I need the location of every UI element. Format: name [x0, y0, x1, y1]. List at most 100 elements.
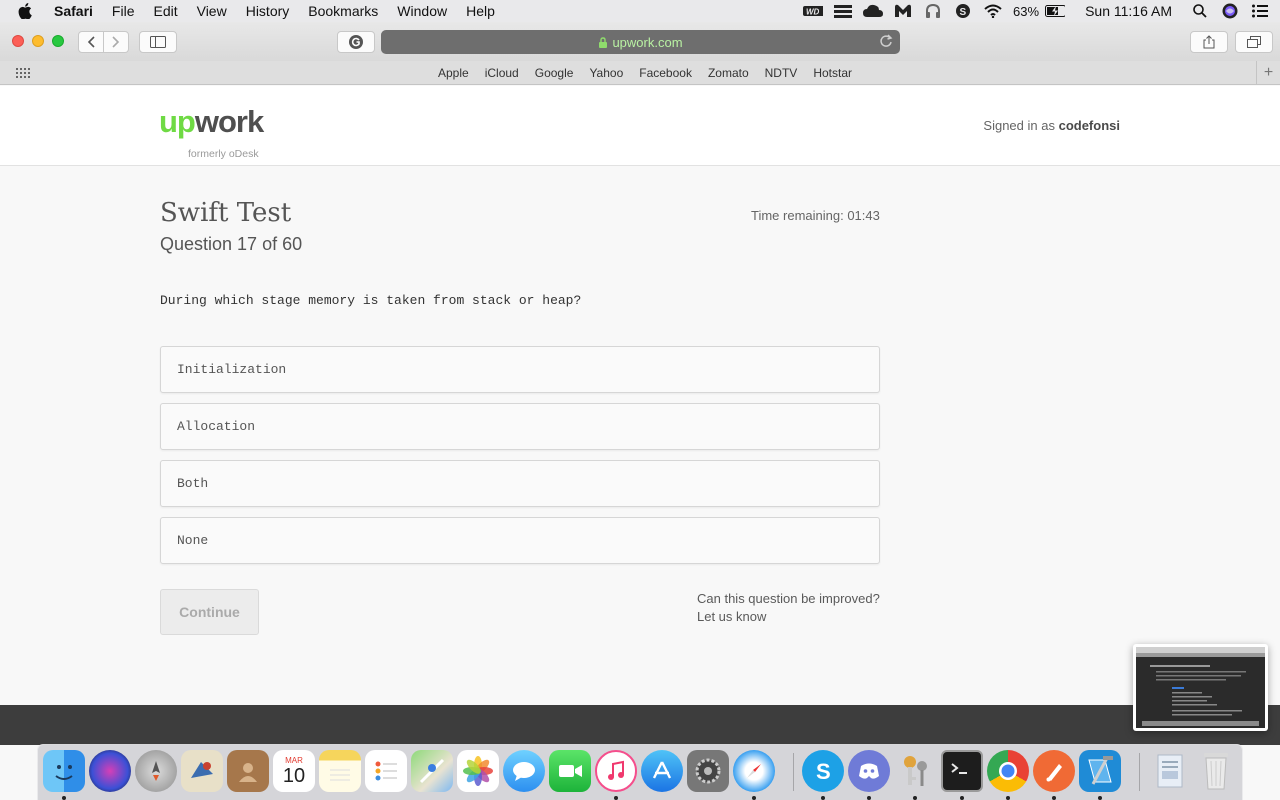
sidebar-toggle-button[interactable] — [139, 31, 177, 53]
zoom-window-button[interactable] — [52, 35, 64, 47]
running-indicator — [752, 796, 756, 800]
mail-icon[interactable] — [181, 750, 223, 792]
menu-view[interactable]: View — [197, 3, 227, 19]
system-preferences-icon[interactable] — [687, 750, 729, 792]
dock-separator — [1139, 753, 1140, 791]
menu-file[interactable]: File — [112, 3, 135, 19]
answer-option-label: Initialization — [177, 362, 287, 377]
menu-bar: Safari File Edit View History Bookmarks … — [0, 0, 1280, 22]
battery-percent: 63% — [1013, 3, 1040, 19]
continue-button[interactable]: Continue — [160, 589, 259, 635]
maps-icon[interactable] — [411, 750, 453, 792]
share-icon — [1203, 35, 1215, 49]
wd-icon[interactable]: WD — [803, 3, 824, 19]
launchpad-icon[interactable] — [135, 750, 177, 792]
messages-icon[interactable] — [503, 750, 545, 792]
upwork-logo[interactable]: upwork formerly oDesk — [159, 104, 264, 160]
answer-option-none[interactable]: None — [160, 517, 880, 564]
facetime-icon[interactable] — [549, 750, 591, 792]
menu-app-name[interactable]: Safari — [54, 3, 93, 19]
address-bar[interactable]: upwork.com — [381, 30, 900, 54]
favorite-yahoo[interactable]: Yahoo — [589, 66, 623, 80]
menu-icon[interactable] — [833, 3, 853, 19]
svg-text:S: S — [960, 7, 967, 18]
chevron-left-icon — [87, 36, 95, 48]
trash-icon[interactable] — [1195, 750, 1237, 792]
calendar-icon[interactable]: MAR 10 — [273, 750, 315, 792]
username[interactable]: codefonsi — [1059, 118, 1120, 133]
headphones-icon[interactable] — [923, 3, 943, 19]
menu-window[interactable]: Window — [397, 3, 447, 19]
app-store-icon[interactable] — [641, 750, 683, 792]
answer-option-both[interactable]: Both — [160, 460, 880, 507]
contacts-icon[interactable] — [227, 750, 269, 792]
skype-status-icon[interactable]: S — [953, 3, 973, 19]
terminal-icon[interactable] — [941, 750, 983, 792]
new-tab-plus-icon[interactable]: + — [1256, 61, 1280, 85]
xcode-icon[interactable] — [1079, 750, 1121, 792]
screenshot-thumbnail[interactable] — [1133, 644, 1268, 731]
running-indicator — [1006, 796, 1010, 800]
chrome-icon[interactable] — [987, 750, 1029, 792]
site-header: upwork formerly oDesk Signed in as codef… — [0, 86, 1280, 166]
favorite-ndtv[interactable]: NDTV — [765, 66, 798, 80]
forward-button[interactable] — [104, 31, 129, 53]
downloads-stack-icon[interactable] — [1149, 750, 1191, 792]
itunes-icon[interactable] — [595, 750, 637, 792]
wifi-icon[interactable] — [983, 3, 1003, 19]
url-text: upwork.com — [612, 34, 683, 50]
skype-icon[interactable]: S — [802, 750, 844, 792]
share-button[interactable] — [1190, 31, 1228, 53]
favorite-google[interactable]: Google — [535, 66, 574, 80]
close-window-button[interactable] — [12, 35, 24, 47]
finder-icon[interactable] — [43, 750, 85, 792]
malwarebytes-icon[interactable] — [893, 3, 913, 19]
test-title: Swift Test — [160, 198, 292, 228]
tabs-icon — [1247, 36, 1261, 48]
top-sites-grid-icon[interactable] — [16, 67, 30, 81]
menu-edit[interactable]: Edit — [153, 3, 177, 19]
notification-center-icon[interactable] — [1250, 3, 1270, 19]
feedback-block: Can this question be improved? Let us kn… — [697, 590, 880, 626]
signed-in-status: Signed in as codefonsi — [983, 118, 1120, 133]
notes-icon[interactable] — [319, 750, 361, 792]
siri-dock-icon[interactable] — [89, 750, 131, 792]
battery-icon[interactable] — [1045, 3, 1066, 19]
tabs-overview-button[interactable] — [1235, 31, 1273, 53]
running-indicator — [867, 796, 871, 800]
chevron-right-icon — [112, 36, 120, 48]
minimize-window-button[interactable] — [32, 35, 44, 47]
cloud-icon[interactable] — [863, 3, 884, 19]
menu-bookmarks[interactable]: Bookmarks — [308, 3, 378, 19]
favorite-icloud[interactable]: iCloud — [485, 66, 519, 80]
let-us-know-link[interactable]: Let us know — [697, 608, 880, 626]
answer-option-allocation[interactable]: Allocation — [160, 403, 880, 450]
dock: MAR 10 S — [37, 744, 1243, 800]
running-indicator — [62, 796, 66, 800]
favorite-apple[interactable]: Apple — [438, 66, 469, 80]
menu-history[interactable]: History — [246, 3, 290, 19]
lock-icon — [598, 36, 608, 48]
signed-in-prefix: Signed in as — [983, 118, 1055, 133]
back-button[interactable] — [78, 31, 104, 53]
favorite-facebook[interactable]: Facebook — [639, 66, 692, 80]
running-indicator — [913, 796, 917, 800]
siri-icon[interactable] — [1220, 3, 1240, 19]
apple-icon[interactable] — [18, 3, 38, 19]
favorite-zomato[interactable]: Zomato — [708, 66, 749, 80]
reminders-icon[interactable] — [365, 750, 407, 792]
spotlight-search-icon[interactable] — [1190, 3, 1210, 19]
discord-icon[interactable] — [848, 750, 890, 792]
grammarly-extension-button[interactable] — [337, 31, 375, 53]
reload-icon[interactable] — [879, 34, 893, 51]
menubar-clock[interactable]: Sun 11:16 AM — [1085, 3, 1172, 19]
grammarly-icon — [349, 35, 363, 49]
answer-option-initialization[interactable]: Initialization — [160, 346, 880, 393]
menu-help[interactable]: Help — [466, 3, 495, 19]
favorite-hotstar[interactable]: Hotstar — [813, 66, 852, 80]
photos-icon[interactable] — [457, 750, 499, 792]
keychain-access-icon[interactable] — [894, 750, 936, 792]
favorites-bar: Apple iCloud Google Yahoo Facebook Zomat… — [0, 61, 1280, 85]
safari-dock-icon[interactable] — [733, 750, 775, 792]
paw-icon[interactable] — [1033, 750, 1075, 792]
